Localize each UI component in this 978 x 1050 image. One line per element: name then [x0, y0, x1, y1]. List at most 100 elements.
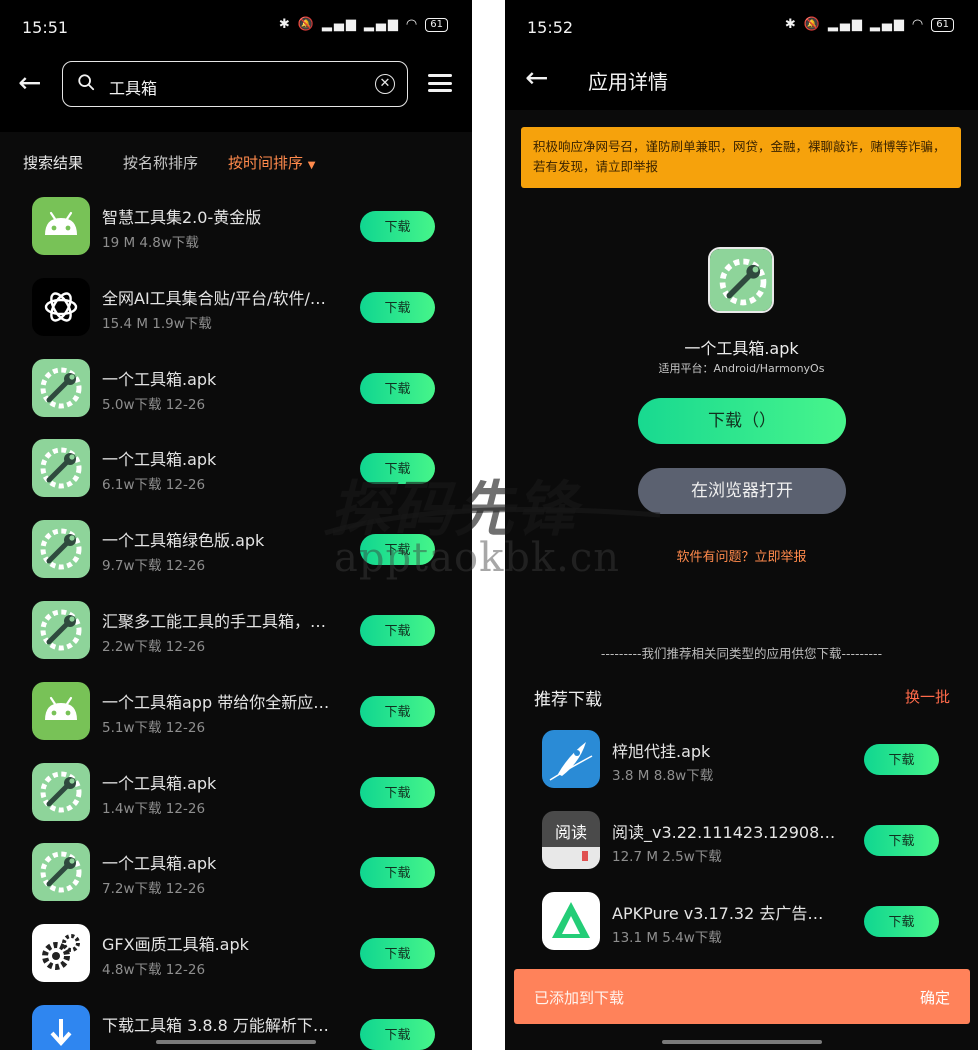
app-meta: 13.1 M 5.4w下载	[612, 930, 722, 946]
recommend-title: 推荐下载	[534, 690, 602, 710]
sort-by-time[interactable]: 按时间排序 ▼	[228, 152, 316, 173]
app-name: GFX画质工具箱.apk	[102, 935, 249, 955]
list-item[interactable]: 一个工具箱.apk 1.4w下载 12-26 下载	[0, 753, 472, 834]
app-name: 梓旭代挂.apk	[612, 742, 711, 761]
bluetooth-icon: ✱	[278, 17, 292, 32]
list-item[interactable]: 智慧工具集2.0-黄金版 19 M 4.8w下载 下载	[0, 187, 472, 268]
download-icon	[32, 1004, 90, 1050]
download-button[interactable]: 下载	[864, 906, 939, 937]
fraud-warning-banner: 积极响应净网号召，谨防刷单兼职，网贷，金融，裸聊敲诈，赌博等诈骗，若有发现，请立…	[521, 127, 961, 188]
signal-icon: ▂▄▆	[827, 17, 864, 32]
sort-by-time-label: 按时间排序	[228, 154, 304, 172]
download-button[interactable]: 下载	[360, 857, 435, 889]
app-name: APKPure v3.17.32 去广告版[…	[612, 904, 836, 923]
open-in-browser-button[interactable]: 在浏览器打开	[638, 468, 846, 514]
search-query[interactable]: 工具箱	[109, 75, 157, 99]
wrench-gear-icon	[710, 249, 772, 311]
app-meta: 1.4w下载 12-26	[102, 800, 206, 817]
toast-message: 已添加到下载	[534, 989, 625, 1007]
dropdown-triangle-icon: ▼	[307, 160, 316, 171]
app-meta: 15.4 M 1.9w下载	[102, 315, 212, 332]
download-button[interactable]: 下载	[360, 614, 435, 646]
page-title: 应用详情	[588, 70, 668, 94]
app-name: 一个工具箱.apk	[102, 773, 217, 793]
list-item[interactable]: APKPure v3.17.32 去广告版[… 13.1 M 5.4w下载 下载	[505, 884, 978, 965]
android-icon	[32, 197, 90, 255]
app-meta: 4.8w下载 12-26	[102, 962, 206, 979]
apkpure-icon	[542, 892, 600, 950]
search-icon	[78, 74, 95, 91]
report-link[interactable]: 软件有问题？立即举报	[505, 546, 978, 565]
recommend-divider: ---------我们推荐相关同类型的应用供您下载---------	[600, 646, 883, 661]
mute-bell-icon: 🔕	[803, 17, 822, 32]
download-button[interactable]: 下载（）	[638, 398, 846, 444]
app-name: 全网AI工具集合贴/平台/软件/…	[102, 288, 326, 308]
list-item[interactable]: 一个工具箱.apk 7.2w下载 12-26 下载	[0, 833, 472, 914]
signal-icon: ▂▄▆	[869, 17, 906, 32]
download-button[interactable]: 下载	[360, 938, 435, 970]
svg-text:阅读: 阅读	[555, 823, 587, 842]
home-indicator	[661, 1040, 822, 1044]
book-icon: 阅读	[542, 811, 600, 869]
status-icons: ✱ 🔕 ▂▄▆ ▂▄▆ ◠ 61	[785, 17, 954, 32]
status-bar: 15:51 ✱ 🔕 ▂▄▆ ▂▄▆ ◠ 61	[0, 0, 472, 46]
download-button[interactable]: 下载	[864, 744, 939, 775]
app-meta: 5.0w下载 12-26	[102, 396, 206, 413]
list-item[interactable]: 梓旭代挂.apk 3.8 M 8.8w下载 下载	[505, 722, 978, 803]
download-button[interactable]: 下载	[360, 211, 435, 242]
wrench-gear-icon	[32, 843, 90, 902]
search-result-list: 智慧工具集2.0-黄金版 19 M 4.8w下载 下载 全网AI工具集合贴/平台/软件…	[0, 187, 472, 1050]
download-button[interactable]: 下载	[360, 453, 435, 485]
download-button[interactable]: 下载	[360, 1018, 435, 1050]
list-item[interactable]: 阅读 阅读_v3.22.111423.12908.apk 12.7 M 2.5w下载…	[505, 803, 978, 884]
app-meta: 19 M 4.8w下载	[102, 235, 199, 251]
wifi-icon: ◠	[405, 17, 420, 32]
list-item[interactable]: 一个工具箱绿色版.apk 9.7w下载 12-26 下载	[0, 510, 472, 591]
list-item[interactable]: 一个工具箱.apk 6.1w下载 12-26 下载	[0, 429, 472, 510]
list-item[interactable]: 一个工具箱app 带给你全新应… 5.1w下载 12-26 下载	[0, 672, 472, 753]
signal-icon: ▂▄▆	[363, 17, 400, 32]
status-time: 15:52	[527, 18, 574, 37]
wrench-gear-icon	[32, 358, 90, 417]
app-name: 汇聚多工能工具的手工具箱，…	[102, 611, 327, 631]
back-arrow-icon[interactable]: ←	[18, 69, 41, 97]
toast-confirm-button[interactable]: 确定	[920, 987, 950, 1008]
wrench-gear-icon	[32, 600, 90, 659]
android-icon	[32, 681, 90, 740]
rocket-icon	[542, 730, 600, 788]
sort-by-name[interactable]: 按名称排序	[123, 152, 198, 173]
app-name: 一个工具箱app 带给你全新应…	[102, 692, 330, 712]
download-button[interactable]: 下载	[360, 372, 435, 404]
download-button[interactable]: 下载	[360, 695, 435, 727]
list-item[interactable]: 一个工具箱.apk 5.0w下载 12-26 下载	[0, 349, 472, 430]
status-time: 15:51	[22, 18, 69, 37]
clear-icon[interactable]: ✕	[375, 74, 395, 94]
status-bar: 15:52 ✱ 🔕 ▂▄▆ ▂▄▆ ◠ 61	[505, 0, 978, 46]
refresh-recommend-button[interactable]: 换一批	[905, 686, 950, 707]
app-name: 一个工具箱.apk	[684, 339, 799, 358]
app-name: 下载工具箱 3.8.8 万能解析下…	[102, 1015, 329, 1035]
app-name: 智慧工具集2.0-黄金版	[102, 208, 262, 227]
wrench-gear-icon	[32, 520, 90, 579]
sort-bar: 搜索结果 按名称排序 按时间排序 ▼	[0, 150, 472, 176]
search-input[interactable]: 工具箱 ✕	[62, 61, 408, 107]
search-results-label: 搜索结果	[23, 154, 84, 172]
list-item[interactable]: GFX画质工具箱.apk 4.8w下载 12-26 下载	[0, 914, 472, 995]
download-button[interactable]: 下载	[360, 534, 435, 566]
download-button[interactable]: 下载	[360, 291, 435, 323]
bluetooth-icon: ✱	[784, 17, 798, 32]
list-item[interactable]: 汇聚多工能工具的手工具箱，… 2.2w下载 12-26 下载	[0, 591, 472, 672]
app-name: 阅读_v3.22.111423.12908.apk	[612, 823, 836, 842]
download-button[interactable]: 下载	[360, 776, 435, 808]
search-header: ← 工具箱 ✕	[0, 46, 472, 132]
search-screen: 15:51 ✱ 🔕 ▂▄▆ ▂▄▆ ◠ 61 ← 工具箱 ✕ 搜索结果 按名称排…	[0, 0, 472, 1050]
back-arrow-icon[interactable]: ←	[525, 64, 548, 92]
app-icon	[708, 247, 774, 313]
download-button[interactable]: 下载	[864, 825, 939, 856]
menu-icon[interactable]	[428, 74, 452, 92]
home-indicator	[156, 1040, 316, 1044]
list-item[interactable]: 全网AI工具集合贴/平台/软件/… 15.4 M 1.9w下载 下载	[0, 268, 472, 349]
status-icons: ✱ 🔕 ▂▄▆ ▂▄▆ ◠ 61	[279, 17, 448, 32]
battery-icon: 61	[931, 17, 954, 32]
app-meta: 2.2w下载 12-26	[102, 638, 206, 655]
